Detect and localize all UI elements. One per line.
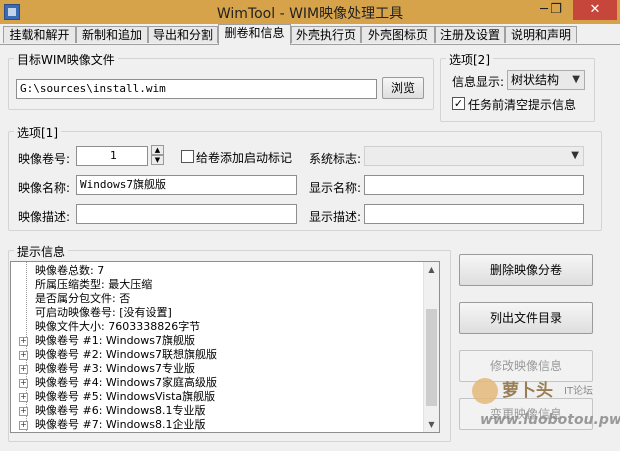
options2-group-label: 选项[2] [446, 51, 493, 68]
close-button[interactable]: ✕ [573, 0, 617, 20]
display-desc-input[interactable] [364, 204, 584, 224]
tab-shell-exec[interactable]: 外壳执行页 [291, 26, 361, 43]
tree-row-text: 映像卷号 #1: Windows7旗舰版 [35, 334, 196, 347]
spin-down-icon[interactable]: ▼ [151, 155, 164, 165]
tab-register[interactable]: 注册及设置 [435, 26, 505, 43]
tree-row-text: 所属压缩类型: 最大压缩 [35, 278, 153, 291]
scroll-down-icon[interactable]: ▼ [424, 417, 439, 432]
tree-row-text: 映像卷号 #5: WindowsVista旗舰版 [35, 390, 216, 403]
restore-button[interactable]: ❐ [542, 0, 570, 20]
tree-row-text: 映像卷号 #6: Windows8.1专业版 [35, 404, 206, 417]
system-flag-label: 系统标志: [309, 152, 362, 166]
browse-button[interactable]: 浏览 [382, 77, 424, 99]
tab-create[interactable]: 新制和追加 [76, 26, 148, 43]
options1-group-label: 选项[1] [14, 124, 61, 141]
mascot-icon [472, 378, 498, 404]
info-group-label: 提示信息 [14, 243, 69, 260]
image-name-input[interactable]: Windows7旗舰版 [76, 175, 297, 195]
display-mode-value: 树状结构 [511, 73, 560, 87]
expand-icon[interactable]: + [19, 365, 28, 374]
list-files-button[interactable]: 列出文件目录 [459, 302, 593, 334]
display-mode-select[interactable]: 树状结构 ▼ [507, 70, 585, 90]
display-name-input[interactable] [364, 175, 584, 195]
chevron-down-icon: ▼ [571, 150, 579, 161]
tree-row-text: 映像卷号 #3: Windows7专业版 [35, 362, 196, 375]
tree-row-text: 映像卷号 #2: Windows7联想旗舰版 [35, 348, 218, 361]
display-mode-label: 信息显示: [452, 75, 505, 89]
tree-scrollbar[interactable]: ▲ ▼ [423, 262, 439, 432]
tab-shell-icon[interactable]: 外壳图标页 [361, 26, 435, 43]
expand-icon[interactable]: + [19, 379, 28, 388]
wim-path-input[interactable]: G:\sources\install.wim [16, 79, 377, 99]
display-desc-label: 显示描述: [309, 210, 362, 224]
target-group-label: 目标WIM映像文件 [14, 51, 118, 68]
tab-bar: 挂载和解开 新制和追加 导出和分割 删卷和信息 外壳执行页 外壳图标页 注册及设… [0, 24, 620, 45]
volume-number-label: 映像卷号: [18, 152, 71, 166]
spin-up-icon[interactable]: ▲ [151, 145, 164, 155]
scroll-up-icon[interactable]: ▲ [424, 262, 439, 277]
tab-mount[interactable]: 挂载和解开 [3, 26, 76, 43]
watermark-brand: 萝卜头 [502, 381, 553, 401]
tab-export[interactable]: 导出和分割 [148, 26, 218, 43]
system-flag-select[interactable]: ▼ [364, 146, 584, 166]
clear-before-task-checkbox[interactable]: ✓ [452, 97, 465, 110]
scroll-thumb[interactable] [426, 309, 437, 406]
expand-icon[interactable]: + [19, 421, 28, 430]
title-bar: WimTool - WIM映像处理工具 ─ ❐ ✕ [0, 0, 620, 24]
watermark-logo: 萝卜头 IT论坛 www.luobotou.pw [468, 372, 620, 442]
image-name-label: 映像名称: [18, 181, 71, 195]
watermark-url: www.luobotou.pw [480, 412, 620, 428]
expand-icon[interactable]: + [19, 337, 28, 346]
tree-row-text: 可启动映像卷号: [没有设置] [35, 306, 172, 319]
tab-about[interactable]: 说明和声明 [505, 26, 577, 43]
volume-number-input[interactable]: 1 [76, 146, 148, 166]
chevron-down-icon: ▼ [572, 74, 580, 85]
window-title: WimTool - WIM映像处理工具 [216, 6, 404, 22]
image-desc-input[interactable] [76, 204, 297, 224]
watermark-suffix: IT论坛 [564, 386, 594, 397]
tree-row-text: 映像卷号 #7: Windows8.1企业版 [35, 418, 206, 431]
expand-icon[interactable]: + [19, 393, 28, 402]
delete-volume-button[interactable]: 删除映像分卷 [459, 254, 593, 286]
boot-flag-label: 给卷添加启动标记 [196, 151, 293, 165]
display-name-label: 显示名称: [309, 181, 362, 195]
info-tree[interactable]: 映像卷总数: 7 所属压缩类型: 最大压缩 是否属分包文件: 否可启动映像卷号: [… [10, 261, 440, 433]
expand-icon[interactable]: + [19, 351, 28, 360]
tree-row-text: 映像文件大小: 7603338826字节 [35, 320, 201, 333]
image-desc-label: 映像描述: [18, 210, 71, 224]
tree-row-text: 是否属分包文件: 否 [35, 292, 131, 305]
clear-before-task-label: 任务前清空提示信息 [468, 98, 577, 112]
expand-icon[interactable]: + [19, 407, 28, 416]
tab-delete-info[interactable]: 删卷和信息 [218, 24, 291, 45]
tree-row-text: 映像卷号 #4: Windows7家庭高级版 [35, 376, 218, 389]
boot-flag-checkbox[interactable] [181, 150, 194, 163]
tree-row-text: 映像卷总数: 7 [35, 264, 105, 277]
